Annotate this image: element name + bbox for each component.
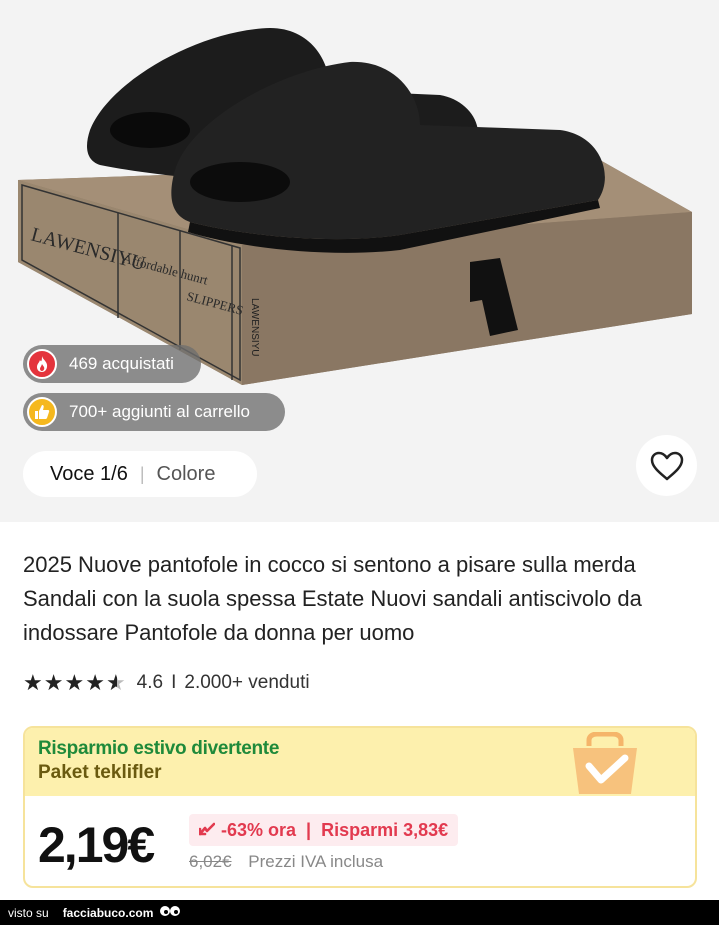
variant-selector[interactable]: Voce 1/6 | Colore [23,451,257,497]
footer-site: facciabuco.com [62,905,154,920]
promo-header: Risparmio estivo divertente Paket teklif… [25,728,695,796]
cart-added-badge: 700+ aggiunti al carrello [23,393,285,431]
variant-color-label: Colore [156,462,216,485]
heart-icon [650,451,683,480]
rating-score: 4.6 [136,672,164,693]
footer-prefix: visto su [8,905,49,920]
current-price: 2,19€ [38,817,155,873]
down-arrow-icon [198,820,216,841]
discount-badge: -63% ora | Risparmi 3,83€ [189,814,459,846]
fire-icon [27,349,57,379]
product-photo: LAWENSIYU Affordable hunrt SLIPPERS LAWE… [18,28,692,385]
product-image[interactable]: LAWENSIYU Affordable hunrt SLIPPERS LAWE… [0,0,719,522]
discount-separator: | [306,819,312,840]
vat-note: Prezzi IVA inclusa [248,852,384,871]
variant-separator: | [139,463,145,484]
cart-added-text: 700+ aggiunti al carrello [69,402,250,421]
purchased-badge: 469 acquistati [23,345,201,383]
promo-subtitle: Paket teklifler [38,762,162,783]
watermark-footer: visto su facciabuco.com [0,900,719,925]
promo-title: Risparmio estivo divertente [38,738,280,759]
rating-separator: I [171,672,177,693]
original-price: 6,02€ [189,852,232,871]
savings-amount: Risparmi 3,83€ [321,819,449,840]
sold-count: 2.000+ venduti [184,672,310,693]
star-icon: ★ [64,670,85,695]
shopping-bag-icon [573,732,637,794]
promo-card[interactable]: Risparmio estivo divertente Paket teklif… [23,726,697,888]
eyes-logo-icon [159,904,181,921]
purchased-text: 469 acquistati [69,354,174,373]
rating-stars: ★ ★ ★ ★ ★ [23,672,127,694]
thumbs-up-icon [27,397,57,427]
product-title: 2025 Nuove pantofole in cocco si sentono… [23,552,642,645]
star-icon: ★ [85,670,105,695]
half-star-icon: ★ [105,670,126,695]
discount-percent: -63% ora [221,819,297,840]
star-icon: ★ [23,670,43,695]
rating-row[interactable]: ★ ★ ★ ★ ★ 4.6 I 2.000+ venduti [23,672,310,694]
box-side-text: LAWENSIYU [249,298,260,357]
original-price-row: 6,02€ Prezzi IVA inclusa [189,852,383,872]
variant-item-label: Voce 1/6 [50,462,128,485]
star-icon: ★ [43,670,64,695]
favorite-button[interactable] [636,435,697,496]
